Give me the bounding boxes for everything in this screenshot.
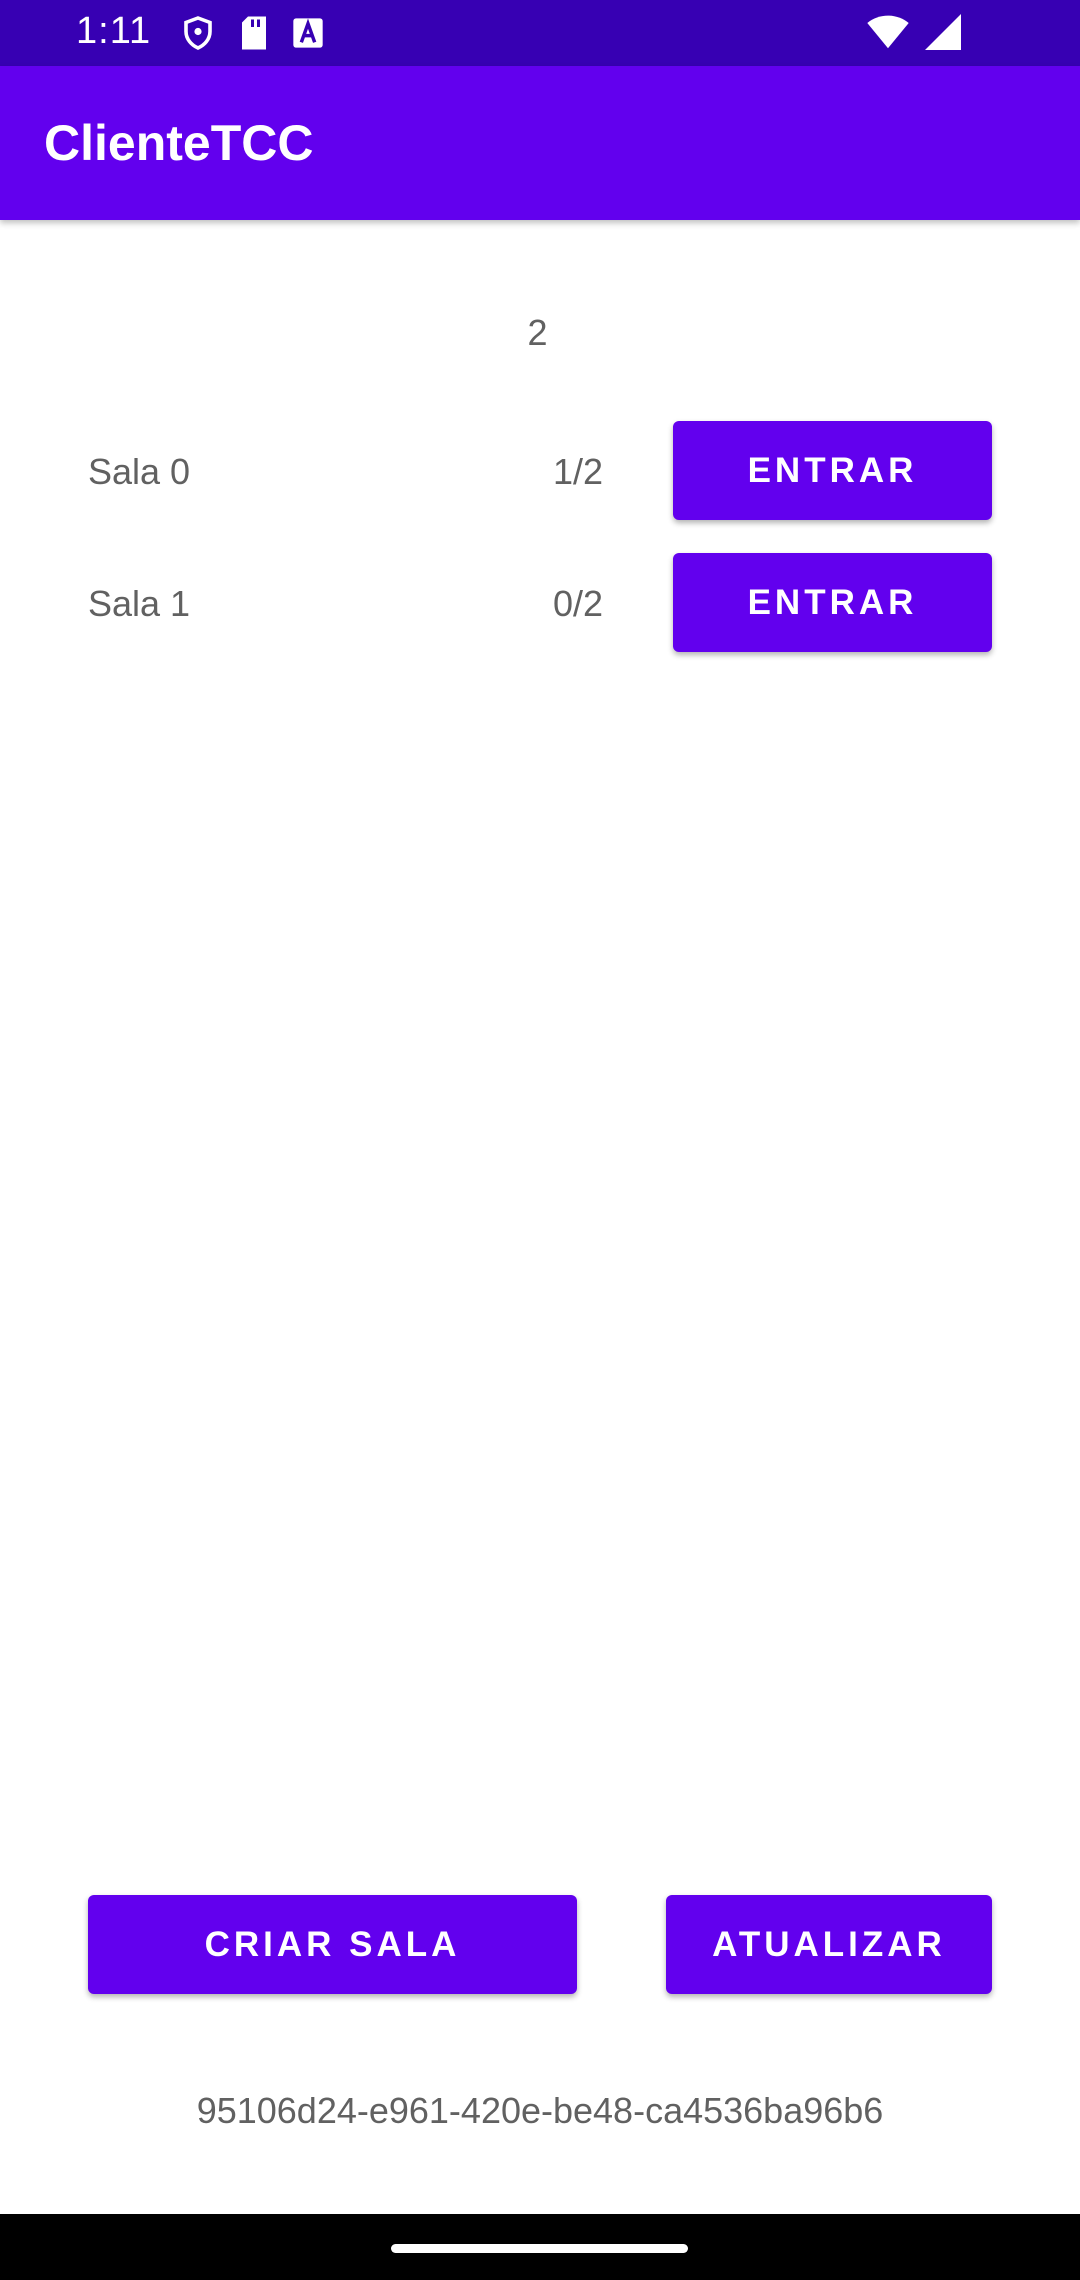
app-bar: ClienteTCC xyxy=(0,66,1080,220)
room-row: Sala 0 1/2 ENTRAR xyxy=(0,421,1080,521)
app-title: ClienteTCC xyxy=(44,115,314,171)
room-name: Sala 0 xyxy=(88,451,191,492)
refresh-button[interactable]: ATUALIZAR xyxy=(666,1895,992,1994)
status-bar: 1:11 xyxy=(0,0,1080,66)
enter-room-button[interactable]: ENTRAR xyxy=(673,421,992,520)
status-left-icons xyxy=(180,14,324,57)
create-room-button[interactable]: CRIAR SALA xyxy=(88,1895,577,1994)
home-indicator[interactable] xyxy=(391,2244,688,2253)
enter-room-button[interactable]: ENTRAR xyxy=(673,553,992,652)
client-id: 95106d24-e961-420e-be48-ca4536ba96b6 xyxy=(196,2090,884,2131)
room-occupancy: 0/2 xyxy=(553,583,604,624)
wifi-icon xyxy=(866,14,910,55)
sd-card-icon xyxy=(238,15,270,56)
room-row: Sala 1 0/2 ENTRAR xyxy=(0,553,1080,653)
status-right-icons xyxy=(866,14,962,55)
room-name: Sala 1 xyxy=(88,583,191,624)
navigation-bar xyxy=(0,2214,1080,2280)
signal-icon xyxy=(924,14,962,55)
room-count: 2 xyxy=(527,312,548,353)
status-time: 1:11 xyxy=(76,10,152,52)
shield-icon xyxy=(180,14,216,57)
font-a-icon xyxy=(292,17,324,54)
room-occupancy: 1/2 xyxy=(553,451,604,492)
